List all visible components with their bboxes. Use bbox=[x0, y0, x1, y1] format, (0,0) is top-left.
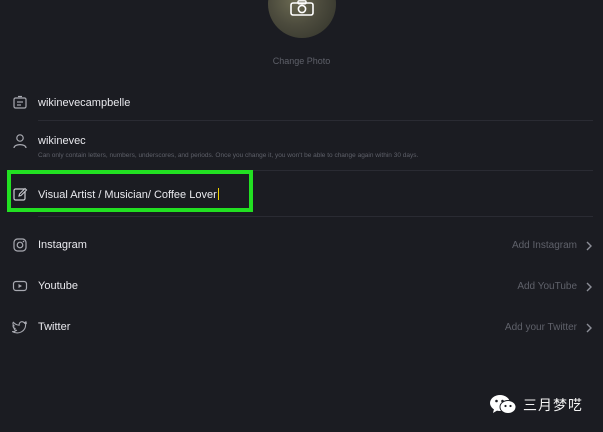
chevron-right-icon bbox=[586, 241, 592, 251]
id-card-icon bbox=[13, 95, 27, 109]
instagram-label: Instagram bbox=[38, 239, 87, 251]
highlight-box bbox=[7, 170, 253, 212]
camera-icon[interactable] bbox=[290, 0, 314, 16]
username-field[interactable]: wikinevec bbox=[38, 135, 86, 147]
twitter-label: Twitter bbox=[38, 321, 71, 333]
youtube-row[interactable]: Youtube Add YouTube bbox=[0, 275, 603, 299]
watermark: 三月梦呓 bbox=[489, 394, 583, 416]
name-row[interactable]: wikinevecampbelle bbox=[0, 92, 603, 118]
username-hint: Can only contain letters, numbers, under… bbox=[38, 152, 419, 159]
change-photo-link[interactable]: Change Photo bbox=[0, 56, 603, 66]
instagram-row[interactable]: Instagram Add Instagram bbox=[0, 234, 603, 258]
person-icon bbox=[13, 134, 27, 149]
add-youtube-link[interactable]: Add YouTube bbox=[517, 281, 577, 292]
add-instagram-link[interactable]: Add Instagram bbox=[512, 240, 577, 251]
chevron-right-icon bbox=[586, 323, 592, 333]
add-twitter-link[interactable]: Add your Twitter bbox=[505, 322, 577, 333]
youtube-label: Youtube bbox=[38, 280, 78, 292]
profile-photo[interactable] bbox=[268, 0, 336, 38]
username-row[interactable]: wikinevec bbox=[0, 130, 603, 170]
divider bbox=[38, 216, 593, 217]
watermark-text: 三月梦呓 bbox=[523, 397, 583, 413]
divider bbox=[38, 120, 593, 121]
youtube-icon bbox=[12, 280, 28, 292]
wechat-icon bbox=[490, 395, 517, 414]
instagram-icon bbox=[13, 238, 27, 252]
twitter-icon bbox=[12, 321, 28, 334]
chevron-right-icon bbox=[586, 282, 592, 292]
twitter-row[interactable]: Twitter Add your Twitter bbox=[0, 316, 603, 340]
name-field[interactable]: wikinevecampbelle bbox=[38, 97, 130, 109]
